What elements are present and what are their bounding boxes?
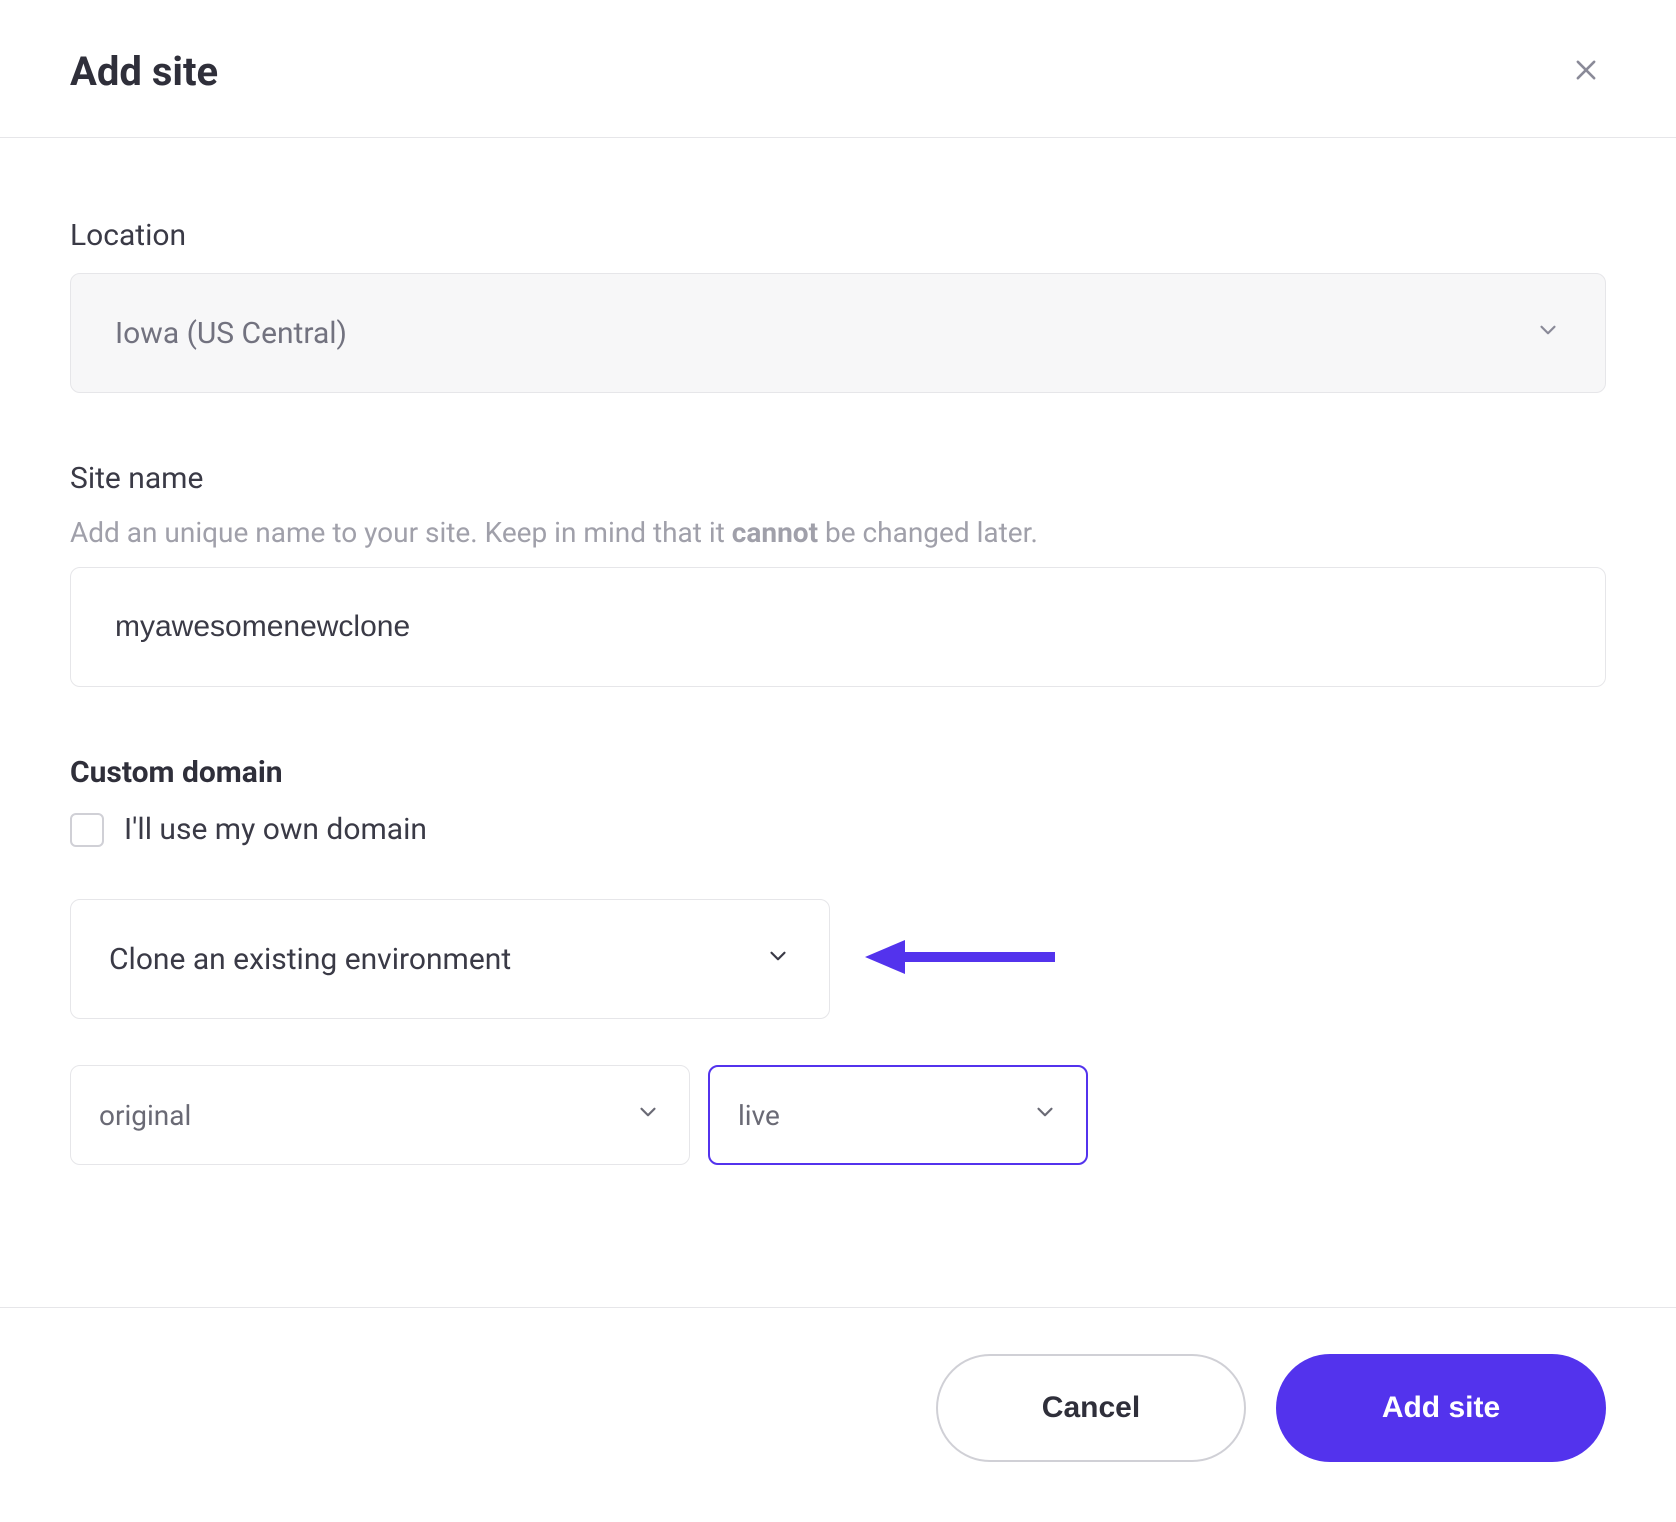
custom-domain-field: Custom domain I'll use my own domain [70, 755, 1606, 847]
close-button[interactable] [1566, 52, 1606, 92]
site-name-help: Add an unique name to your site. Keep in… [70, 516, 1606, 549]
modal-body: Location Iowa (US Central) Site name Add… [0, 138, 1676, 1307]
source-environment-select[interactable]: live [708, 1065, 1088, 1165]
site-name-help-bold: cannot [732, 516, 818, 549]
location-select[interactable]: Iowa (US Central) [70, 273, 1606, 393]
clone-source-row: original live [70, 1065, 1606, 1165]
site-name-field: Site name Add an unique name to your sit… [70, 461, 1606, 687]
clone-environment-value: Clone an existing environment [109, 942, 511, 977]
close-icon [1572, 56, 1600, 88]
source-site-value: original [99, 1099, 191, 1132]
site-name-input[interactable] [70, 567, 1606, 687]
arrow-annotation [860, 937, 1060, 981]
site-name-help-pre: Add an unique name to your site. Keep in… [70, 516, 732, 549]
clone-row: Clone an existing environment [70, 899, 1606, 1019]
location-field: Location Iowa (US Central) [70, 218, 1606, 393]
location-label: Location [70, 218, 1606, 253]
own-domain-checkbox[interactable] [70, 813, 104, 847]
own-domain-row: I'll use my own domain [70, 812, 1606, 847]
source-site-select[interactable]: original [70, 1065, 690, 1165]
chevron-down-icon [635, 1099, 661, 1132]
site-name-label: Site name [70, 461, 1606, 496]
own-domain-checkbox-label: I'll use my own domain [124, 812, 427, 847]
chevron-down-icon [765, 942, 791, 977]
add-site-button[interactable]: Add site [1276, 1354, 1606, 1462]
source-environment-value: live [738, 1099, 780, 1132]
modal-footer: Cancel Add site [0, 1307, 1676, 1522]
chevron-down-icon [1032, 1099, 1058, 1132]
chevron-down-icon [1535, 316, 1561, 351]
add-site-modal: Add site Location Iowa (US Central) [0, 0, 1676, 1522]
arrow-left-icon [860, 937, 1060, 981]
location-value: Iowa (US Central) [115, 316, 347, 351]
modal-title: Add site [70, 48, 218, 95]
site-name-help-post: be changed later. [818, 516, 1038, 549]
custom-domain-label: Custom domain [70, 755, 1606, 790]
modal-header: Add site [0, 0, 1676, 138]
cancel-button[interactable]: Cancel [936, 1354, 1246, 1462]
clone-environment-select[interactable]: Clone an existing environment [70, 899, 830, 1019]
